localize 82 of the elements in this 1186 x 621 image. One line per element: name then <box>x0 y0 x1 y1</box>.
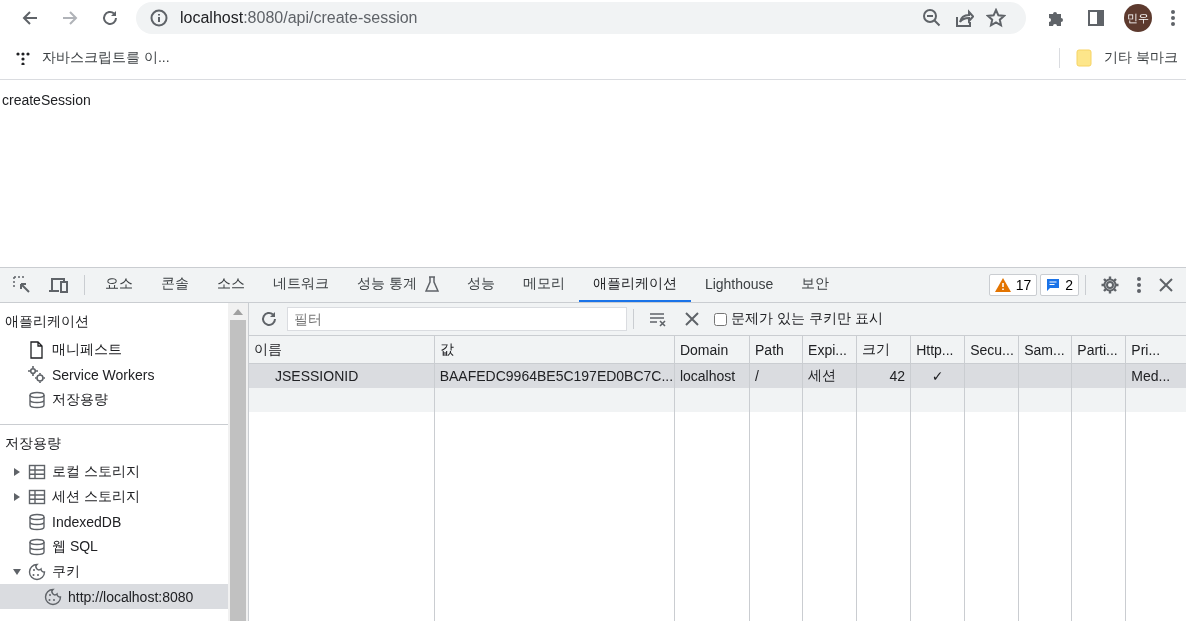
document-icon <box>28 340 46 359</box>
devtools-tab[interactable]: Lighthouse <box>690 268 788 302</box>
sidebar-item[interactable]: IndexedDB <box>0 509 228 534</box>
table-cell: 42 <box>856 363 911 388</box>
sidebar-item[interactable]: http://localhost:8080 <box>0 584 228 609</box>
issues-checkbox[interactable] <box>714 312 727 326</box>
folder-icon <box>1076 48 1093 67</box>
table-cell: 세션 <box>802 363 857 388</box>
sidebar-item[interactable]: 세션 스토리지 <box>0 484 228 509</box>
database-icon <box>28 512 46 531</box>
device-icon[interactable] <box>48 275 70 295</box>
sidebar-item[interactable]: 로컬 스토리지 <box>0 459 228 484</box>
more-icon[interactable] <box>1136 275 1142 295</box>
section-title: 애플리케이션 <box>4 313 90 331</box>
column-header[interactable]: Path <box>749 336 803 364</box>
other-bookmarks[interactable]: 기타 북마크 <box>1072 46 1182 69</box>
info-icon <box>150 9 168 27</box>
inspect-icon[interactable] <box>12 275 32 295</box>
table-cell: BAAFEDC9964BE5C197ED0BC7C... <box>434 363 675 388</box>
message-icon <box>1046 278 1061 292</box>
table-cell: localhost <box>674 363 750 388</box>
section-title: 저장용량 <box>4 435 62 453</box>
more-icon[interactable] <box>1170 8 1176 28</box>
gears-icon <box>28 365 46 384</box>
bookmark-link[interactable]: 자바스크립트를 이... <box>12 46 174 69</box>
settings-icon[interactable] <box>1100 275 1120 295</box>
expanded-arrow-icon[interactable] <box>12 566 22 577</box>
close-icon[interactable] <box>684 311 700 327</box>
table-cell: / <box>749 363 803 388</box>
cookie-icon <box>44 587 62 606</box>
side-panel-icon[interactable] <box>1086 8 1106 28</box>
checkbox-label: 문제가 있는 쿠키만 표시 <box>731 310 883 328</box>
table-cell: ✓ <box>910 363 965 388</box>
warning-icon <box>994 278 1011 292</box>
column-header[interactable]: 이름 <box>249 336 435 364</box>
database-icon <box>28 390 46 409</box>
zoom-out-icon[interactable] <box>922 8 942 28</box>
devtools-tab[interactable]: 메모리 <box>508 268 579 302</box>
table-row[interactable]: JSESSIONID BAAFEDC9964BE5C197ED0BC7C... localhost / 세션 42 ✓ Med... <box>249 363 1186 388</box>
messages-badge[interactable]: 2 <box>1040 274 1079 296</box>
table-icon <box>28 462 46 481</box>
collapsed-arrow-icon[interactable] <box>12 491 22 502</box>
devtools-tab[interactable]: 성능 <box>452 268 509 302</box>
column-header[interactable]: Http... <box>910 336 965 364</box>
devtools-tab[interactable]: 콘솔 <box>147 268 203 302</box>
refresh-icon[interactable] <box>259 309 279 329</box>
sidebar-item[interactable]: 쿠키 <box>0 559 228 584</box>
filter-field[interactable]: 필터 <box>287 307 627 331</box>
reload-icon[interactable] <box>100 8 120 28</box>
devtools-tab[interactable]: 성능 통계 <box>343 268 453 302</box>
column-header[interactable]: Sam... <box>1018 336 1072 364</box>
sidebar-item[interactable]: 매니페스트 <box>0 337 228 362</box>
collapsed-arrow-icon[interactable] <box>12 466 22 477</box>
table-cell: Med... <box>1125 363 1186 388</box>
sidebar-item[interactable]: Service Workers <box>0 362 228 387</box>
table-cell: JSESSIONID <box>249 363 435 388</box>
column-header[interactable]: 값 <box>434 336 675 364</box>
sidebar-item[interactable]: 웹 SQL <box>0 534 228 559</box>
page-text: createSession <box>1 91 92 110</box>
column-header[interactable]: Expi... <box>802 336 857 364</box>
scrollbar-thumb[interactable] <box>230 320 246 621</box>
dots-icon <box>16 50 30 65</box>
cookie-icon <box>28 562 46 581</box>
table-icon <box>28 487 46 506</box>
database-icon <box>28 537 46 556</box>
star-icon[interactable] <box>986 8 1006 28</box>
column-header[interactable]: Pri... <box>1125 336 1186 364</box>
column-header[interactable]: Domain <box>674 336 750 364</box>
warnings-badge[interactable]: 17 <box>988 274 1038 296</box>
devtools-tab[interactable]: 요소 <box>91 268 147 302</box>
sidebar-item[interactable]: 저장용량 <box>0 387 228 412</box>
share-icon[interactable] <box>954 8 974 28</box>
devtools-tab[interactable]: 네트워크 <box>259 268 343 302</box>
column-header[interactable]: Parti... <box>1071 336 1126 364</box>
column-header[interactable]: Secu... <box>964 336 1019 364</box>
address-bar[interactable]: localhost:8080/api/create-session <box>136 2 1026 34</box>
close-icon[interactable] <box>1158 277 1174 293</box>
devtools-tab[interactable]: 보안 <box>787 268 844 302</box>
column-header[interactable]: 크기 <box>856 336 911 364</box>
url-text: localhost:8080/api/create-session <box>180 9 418 27</box>
devtools-tab[interactable]: 소스 <box>203 268 259 302</box>
profile-avatar[interactable]: 민우 <box>1124 4 1152 32</box>
